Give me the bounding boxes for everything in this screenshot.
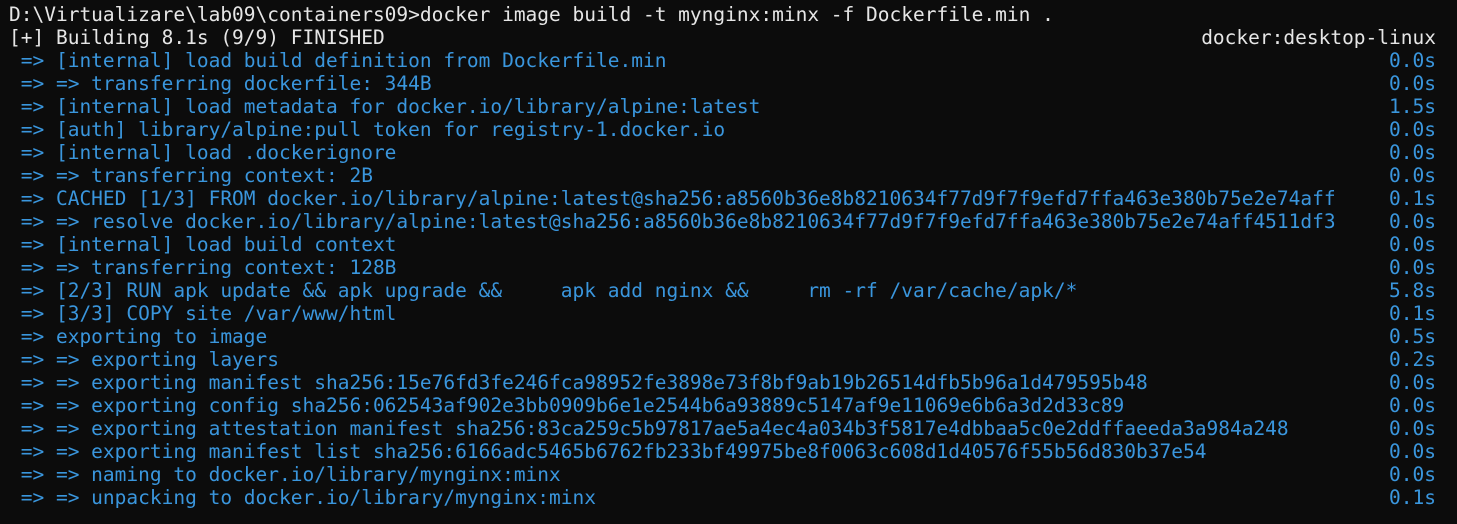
build-step-row: => [internal] load build context 0.0s [0,233,1457,256]
build-step-row: => [auth] library/alpine:pull token for … [0,118,1457,141]
build-step-row: => => transferring context: 2B 0.0s [0,164,1457,187]
build-step-row: => => naming to docker.io/library/myngin… [0,463,1457,486]
build-step-time: 0.0s [1389,417,1436,440]
build-step-row: => => resolve docker.io/library/alpine:l… [0,210,1457,233]
build-step-text: => => exporting layers [9,348,280,371]
terminal-window[interactable]: D:\Virtualizare\lab09\containers09>docke… [0,0,1457,524]
build-step-text: => => exporting manifest sha256:15e76fd3… [9,371,1148,394]
build-step-time: 0.5s [1389,325,1436,348]
docker-context: docker:desktop-linux [1201,26,1436,49]
build-step-time: 0.0s [1389,256,1436,279]
build-step-text: => [internal] load build definition from… [9,49,667,72]
command-text: D:\Virtualizare\lab09\containers09>docke… [9,3,1054,26]
build-step-text: => => naming to docker.io/library/myngin… [9,463,561,486]
build-step-time: 5.8s [1389,279,1436,302]
build-steps: => [internal] load build definition from… [0,49,1457,509]
build-step-time: 0.0s [1389,371,1436,394]
build-step-row: => [internal] load metadata for docker.i… [0,95,1457,118]
build-step-time: 1.5s [1389,95,1436,118]
build-step-row: => [internal] load .dockerignore 0.0s [0,141,1457,164]
build-step-text: => exporting to image [9,325,268,348]
build-step-row: => => transferring context: 128B 0.0s [0,256,1457,279]
build-status-line: [+] Building 8.1s (9/9) FINISHED docker:… [0,26,1457,49]
build-step-row: => => exporting layers 0.2s [0,348,1457,371]
build-step-time: 0.0s [1389,118,1436,141]
build-step-text: => => resolve docker.io/library/alpine:l… [9,210,1336,233]
build-step-time: 0.0s [1389,210,1436,233]
build-step-text: => => transferring dockerfile: 344B [9,72,432,95]
build-step-row: => [internal] load build definition from… [0,49,1457,72]
build-step-row: => CACHED [1/3] FROM docker.io/library/a… [0,187,1457,210]
build-step-time: 0.0s [1389,440,1436,463]
build-step-time: 0.0s [1389,463,1436,486]
build-step-row: => [3/3] COPY site /var/www/html 0.1s [0,302,1457,325]
build-step-time: 0.0s [1389,164,1436,187]
build-step-row: => exporting to image 0.5s [0,325,1457,348]
build-step-time: 0.0s [1389,49,1436,72]
build-step-text: => => transferring context: 128B [9,256,397,279]
build-step-text: => [internal] load .dockerignore [9,141,397,164]
build-step-text: => [2/3] RUN apk update && apk upgrade &… [9,279,1078,302]
build-step-text: => [internal] load build context [9,233,397,256]
build-step-time: 0.0s [1389,394,1436,417]
command-line: D:\Virtualizare\lab09\containers09>docke… [0,3,1457,26]
build-step-row: => [2/3] RUN apk update && apk upgrade &… [0,279,1457,302]
build-step-text: => [3/3] COPY site /var/www/html [9,302,397,325]
build-step-text: => => unpacking to docker.io/library/myn… [9,486,596,509]
build-step-text: => => exporting config sha256:062543af90… [9,394,1125,417]
build-step-row: => => exporting config sha256:062543af90… [0,394,1457,417]
build-step-text: => [auth] library/alpine:pull token for … [9,118,726,141]
build-step-text: => => exporting manifest list sha256:616… [9,440,1207,463]
build-step-text: => CACHED [1/3] FROM docker.io/library/a… [9,187,1336,210]
build-step-time: 0.1s [1389,187,1436,210]
build-status: [+] Building 8.1s (9/9) FINISHED [9,26,385,49]
build-step-time: 0.2s [1389,348,1436,371]
build-step-row: => => exporting manifest sha256:15e76fd3… [0,371,1457,394]
build-step-time: 0.1s [1389,302,1436,325]
build-step-time: 0.0s [1389,141,1436,164]
build-step-row: => => exporting manifest list sha256:616… [0,440,1457,463]
build-step-time: 0.1s [1389,486,1436,509]
build-step-row: => => exporting attestation manifest sha… [0,417,1457,440]
build-step-text: => [internal] load metadata for docker.i… [9,95,761,118]
build-step-text: => => exporting attestation manifest sha… [9,417,1289,440]
build-step-row: => => transferring dockerfile: 344B 0.0s [0,72,1457,95]
build-step-row: => => unpacking to docker.io/library/myn… [0,486,1457,509]
build-step-time: 0.0s [1389,233,1436,256]
build-step-time: 0.0s [1389,72,1436,95]
build-step-text: => => transferring context: 2B [9,164,373,187]
